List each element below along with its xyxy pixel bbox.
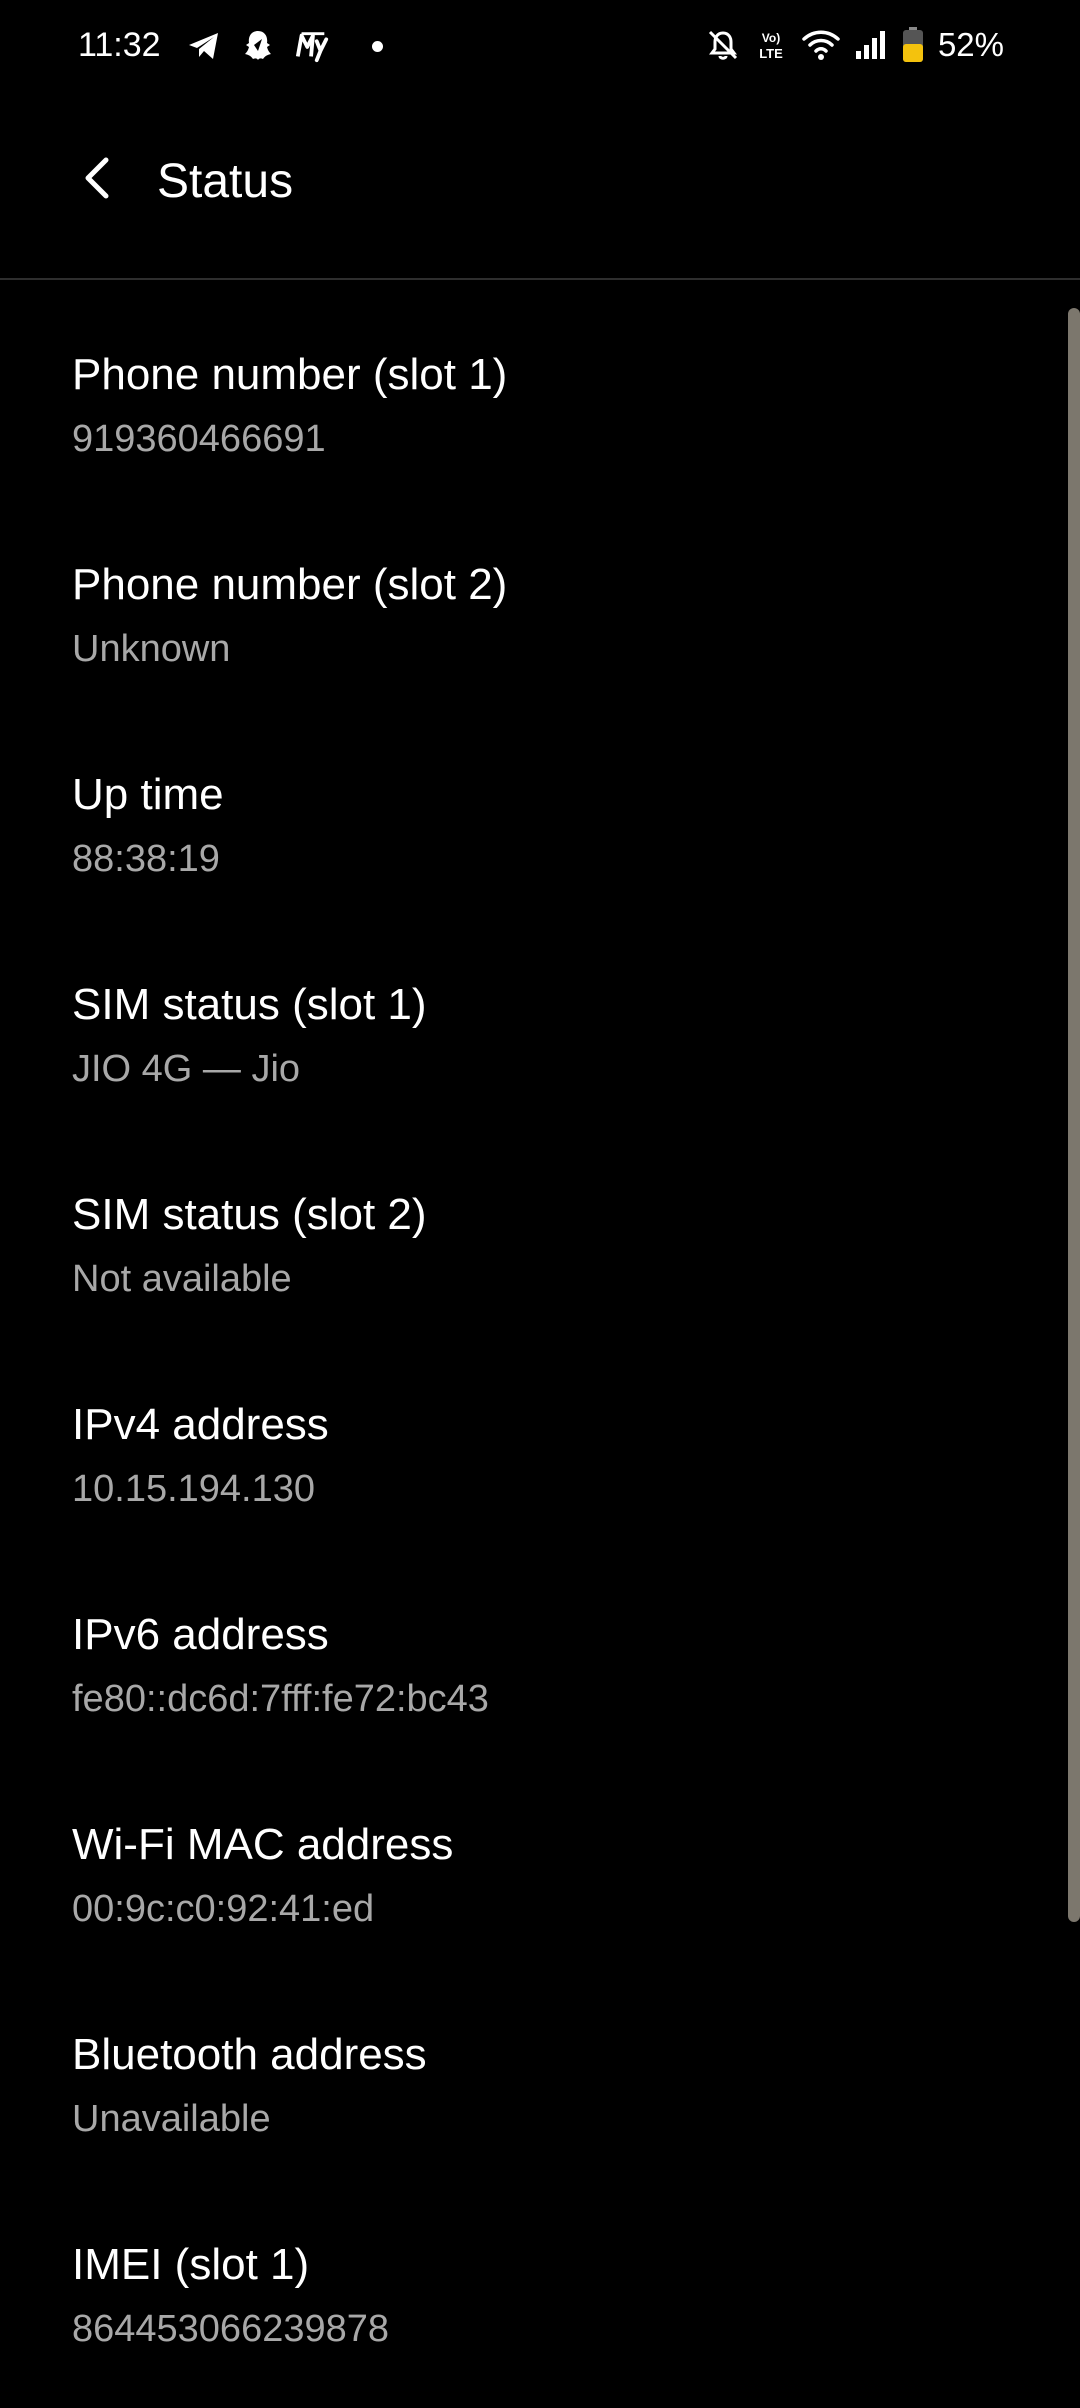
svg-text:Vo): Vo) — [762, 31, 780, 45]
item-value: fe80::dc6d:7fff:fe72:bc43 — [72, 1678, 489, 1720]
scrollbar[interactable] — [1068, 308, 1080, 1922]
back-arrow-icon — [78, 154, 118, 207]
page-title: Status — [157, 155, 294, 208]
battery-percent: 52% — [937, 26, 1004, 63]
list-item-sim-status-slot-1[interactable]: SIM status (slot 1) JIO 4G — Jio — [72, 910, 1032, 1120]
back-button[interactable] — [62, 144, 134, 216]
list-item-sim-status-slot-2[interactable]: SIM status (slot 2) Not available — [72, 1120, 1032, 1330]
list-item-phone-number-slot-1[interactable]: Phone number (slot 1) 919360466691 — [72, 280, 1032, 490]
item-title: Up time — [72, 770, 224, 819]
item-value: Unknown — [72, 628, 231, 670]
item-value: 864453066239878 — [72, 2308, 390, 2350]
item-title: SIM status (slot 2) — [72, 1190, 427, 1239]
list-item-imei-slot-1[interactable]: IMEI (slot 1) 864453066239878 — [72, 2170, 1032, 2380]
item-title: IPv6 address — [72, 1610, 329, 1659]
system-icons: Vo) LTE 52% — [706, 24, 1004, 66]
item-title: IMEI (slot 1) — [72, 2240, 310, 2289]
status-time: 11:32 — [78, 26, 161, 64]
item-title: SIM status (slot 1) — [72, 980, 427, 1029]
signal-icon — [854, 26, 888, 64]
notification-icons — [186, 26, 383, 66]
telegram-icon — [186, 28, 222, 64]
bell-off-icon — [706, 26, 740, 64]
myjio-icon — [294, 28, 330, 64]
list-item-wifi-mac-address[interactable]: Wi-Fi MAC address 00:9c:c0:92:41:ed — [72, 1750, 1032, 1960]
status-bar: 11:32 Vo) LTE 52% — [0, 0, 1080, 92]
list-item-ipv6-address[interactable]: IPv6 address fe80::dc6d:7fff:fe72:bc43 — [72, 1540, 1032, 1750]
list-item-phone-number-slot-2[interactable]: Phone number (slot 2) Unknown — [72, 490, 1032, 700]
snapchat-like-icon — [240, 28, 276, 64]
volte-icon: Vo) LTE — [754, 26, 788, 64]
item-title: IPv4 address — [72, 1400, 329, 1449]
item-value: Not available — [72, 1258, 292, 1300]
item-value: JIO 4G — Jio — [72, 1048, 301, 1090]
item-value: 919360466691 — [72, 418, 326, 460]
item-title: Bluetooth address — [72, 2030, 427, 2079]
list-item-bluetooth-address[interactable]: Bluetooth address Unavailable — [72, 1960, 1032, 2170]
wifi-icon — [802, 26, 840, 64]
svg-text:LTE: LTE — [759, 46, 783, 61]
list-item-ipv4-address[interactable]: IPv4 address 10.15.194.130 — [72, 1330, 1032, 1540]
battery-icon — [902, 26, 924, 64]
status-list[interactable]: Phone number (slot 1) 919360466691 Phone… — [0, 280, 1080, 2408]
item-title: Phone number (slot 1) — [72, 350, 508, 399]
item-title: Phone number (slot 2) — [72, 560, 508, 609]
item-value: 88:38:19 — [72, 838, 220, 880]
item-value: Unavailable — [72, 2098, 271, 2140]
item-value: 00:9c:c0:92:41:ed — [72, 1888, 375, 1930]
app-bar: Status — [0, 92, 1080, 278]
more-notifications-dot-icon — [372, 40, 383, 52]
item-value: 10.15.194.130 — [72, 1468, 316, 1510]
item-title: Wi-Fi MAC address — [72, 1820, 454, 1869]
list-item-up-time[interactable]: Up time 88:38:19 — [72, 700, 1032, 910]
